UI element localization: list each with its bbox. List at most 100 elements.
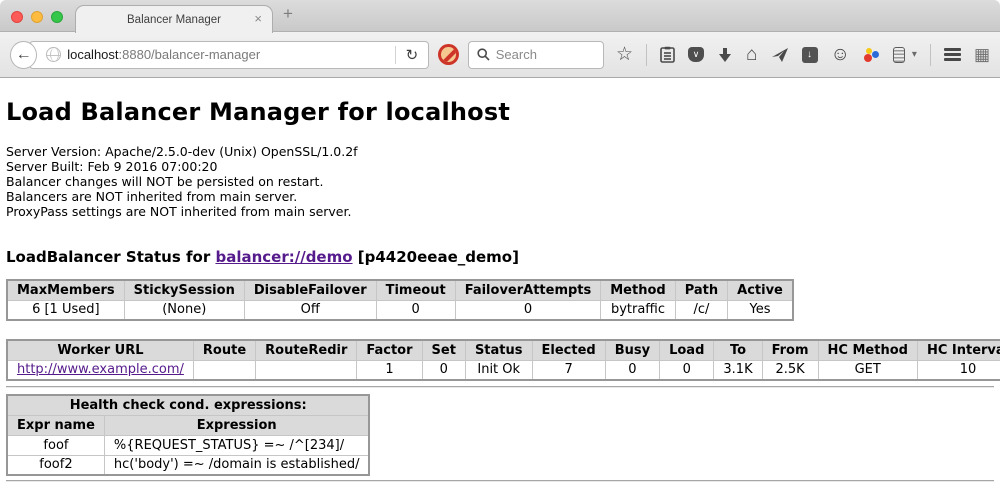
header-cell: From bbox=[762, 340, 818, 360]
cell: 0 bbox=[422, 360, 465, 380]
traffic-lights bbox=[11, 11, 63, 23]
save-arrow-icon: ↓ bbox=[807, 49, 812, 60]
tab-close-icon[interactable]: × bbox=[254, 11, 262, 26]
search-bar[interactable] bbox=[468, 41, 604, 69]
back-button[interactable]: ← bbox=[10, 41, 37, 69]
expression-cell: %{REQUEST_STATUS} =~ /^[234]/ bbox=[104, 435, 369, 455]
worker-url-link[interactable]: http://www.example.com/ bbox=[17, 362, 184, 377]
header-cell: Route bbox=[193, 340, 255, 360]
colored-dots-extension-icon[interactable] bbox=[863, 47, 880, 63]
search-input[interactable] bbox=[496, 47, 586, 62]
urlbar-divider bbox=[395, 46, 396, 64]
header-cell: Expression bbox=[104, 415, 369, 435]
server-built-line: Server Built: Feb 9 2016 07:00:20 bbox=[6, 159, 994, 174]
image-blocker-icon[interactable] bbox=[438, 44, 459, 65]
pocket-chevron-icon: ∨ bbox=[693, 49, 700, 60]
worker-table: Worker URL Route RouteRedir Factor Set S… bbox=[6, 339, 1000, 381]
cell: (None) bbox=[124, 300, 244, 320]
expression-cell: hc('body') =~ /domain is established/ bbox=[104, 455, 369, 475]
search-icon bbox=[477, 48, 490, 61]
table-row: foof2 hc('body') =~ /domain is establish… bbox=[7, 455, 369, 475]
toolbar-divider-2 bbox=[930, 44, 931, 66]
server-version-line: Server Version: Apache/2.5.0-dev (Unix) … bbox=[6, 144, 994, 159]
header-cell: Path bbox=[675, 280, 727, 300]
smiley-extension-icon[interactable]: ☺ bbox=[831, 45, 850, 64]
header-cell: Elected bbox=[532, 340, 605, 360]
header-cell: StickySession bbox=[124, 280, 244, 300]
back-icon: ← bbox=[16, 46, 32, 64]
navigation-toolbar: ← localhost:8880/balancer-manager ↻ ☆ ∨ … bbox=[0, 32, 1000, 78]
header-cell: To bbox=[714, 340, 762, 360]
page-content: Load Balancer Manager for localhost Serv… bbox=[0, 78, 1000, 491]
balancer-status-heading: LoadBalancer Status for balancer://demo … bbox=[6, 248, 994, 266]
browser-window: Balancer Manager × + ← localhost:8880/ba… bbox=[0, 0, 1000, 491]
tab-title: Balancer Manager bbox=[127, 14, 221, 26]
zoom-window-button[interactable] bbox=[51, 11, 63, 23]
bookmark-star-icon[interactable]: ☆ bbox=[616, 45, 633, 64]
notice-line: Balancers are NOT inherited from main se… bbox=[6, 189, 994, 204]
balancer-params-table: MaxMembers StickySession DisableFailover… bbox=[6, 279, 794, 321]
cell: Init Ok bbox=[465, 360, 532, 380]
home-icon[interactable]: ⌂ bbox=[746, 45, 757, 64]
chevron-down-icon[interactable]: ▾ bbox=[912, 49, 917, 60]
menu-icon[interactable] bbox=[944, 48, 961, 61]
cell: 3.1K bbox=[714, 360, 762, 380]
header-cell: FailoverAttempts bbox=[455, 280, 601, 300]
cell: 0 bbox=[605, 360, 659, 380]
cell: 0 bbox=[455, 300, 601, 320]
pocket-icon[interactable]: ∨ bbox=[688, 47, 704, 62]
cell: GET bbox=[818, 360, 917, 380]
header-cell: DisableFailover bbox=[244, 280, 376, 300]
save-extension-icon[interactable]: ↓ bbox=[802, 47, 818, 63]
divider bbox=[6, 386, 994, 388]
header-cell: Active bbox=[728, 280, 793, 300]
cell: /c/ bbox=[675, 300, 727, 320]
health-table-title: Health check cond. expressions: bbox=[7, 395, 369, 415]
url-text[interactable]: localhost:8880/balancer-manager bbox=[67, 47, 388, 62]
header-cell: Method bbox=[601, 280, 675, 300]
table-header-row: Worker URL Route RouteRedir Factor Set S… bbox=[7, 340, 1000, 360]
cell: 6 [1 Used] bbox=[7, 300, 124, 320]
balancer-demo-link[interactable]: balancer://demo bbox=[215, 248, 352, 266]
globe-icon bbox=[46, 47, 61, 62]
header-cell: Expr name bbox=[7, 415, 104, 435]
cell: 2.5K bbox=[762, 360, 818, 380]
reading-list-icon[interactable] bbox=[660, 46, 675, 63]
table-header-row: Expr name Expression bbox=[7, 415, 369, 435]
server-info: Server Version: Apache/2.5.0-dev (Unix) … bbox=[6, 144, 994, 219]
cell: 0 bbox=[660, 360, 714, 380]
page-title: Load Balancer Manager for localhost bbox=[6, 78, 994, 126]
download-icon[interactable] bbox=[717, 47, 733, 63]
tab-balancer-manager[interactable]: Balancer Manager × bbox=[75, 5, 273, 33]
cell: 10 bbox=[917, 360, 1000, 380]
cell: 0 bbox=[376, 300, 455, 320]
minimize-window-button[interactable] bbox=[31, 11, 43, 23]
container-extension-icon[interactable] bbox=[893, 47, 905, 63]
table-row: foof %{REQUEST_STATUS} =~ /^[234]/ bbox=[7, 435, 369, 455]
notice-line: ProxyPass settings are NOT inherited fro… bbox=[6, 204, 994, 219]
table-title-row: Health check cond. expressions: bbox=[7, 395, 369, 415]
header-cell: Set bbox=[422, 340, 465, 360]
cell: Yes bbox=[728, 300, 793, 320]
table-header-row: MaxMembers StickySession DisableFailover… bbox=[7, 280, 793, 300]
balancer-heading-prefix: LoadBalancer Status for bbox=[6, 248, 210, 266]
cell bbox=[256, 360, 357, 380]
header-cell: Factor bbox=[357, 340, 422, 360]
grid-icon[interactable]: ▦ bbox=[974, 45, 990, 65]
close-window-button[interactable] bbox=[11, 11, 23, 23]
new-tab-button[interactable]: + bbox=[283, 4, 293, 24]
url-path: :8880/balancer-manager bbox=[119, 47, 261, 62]
cell: bytraffic bbox=[601, 300, 675, 320]
cell: Off bbox=[244, 300, 376, 320]
toolbar-icons: ☆ ∨ ⌂ ↓ ☺ ▾ ▦ bbox=[616, 44, 990, 66]
url-bar[interactable]: localhost:8880/balancer-manager ↻ bbox=[29, 41, 429, 69]
health-check-table: Health check cond. expressions: Expr nam… bbox=[6, 394, 370, 476]
send-plane-icon[interactable] bbox=[771, 47, 789, 63]
toolbar-divider bbox=[646, 44, 647, 66]
reload-button[interactable]: ↻ bbox=[402, 46, 423, 64]
url-host: localhost bbox=[67, 47, 118, 62]
cell bbox=[193, 360, 255, 380]
cell: 7 bbox=[532, 360, 605, 380]
header-cell: HC Method bbox=[818, 340, 917, 360]
expr-name-cell: foof bbox=[7, 435, 104, 455]
